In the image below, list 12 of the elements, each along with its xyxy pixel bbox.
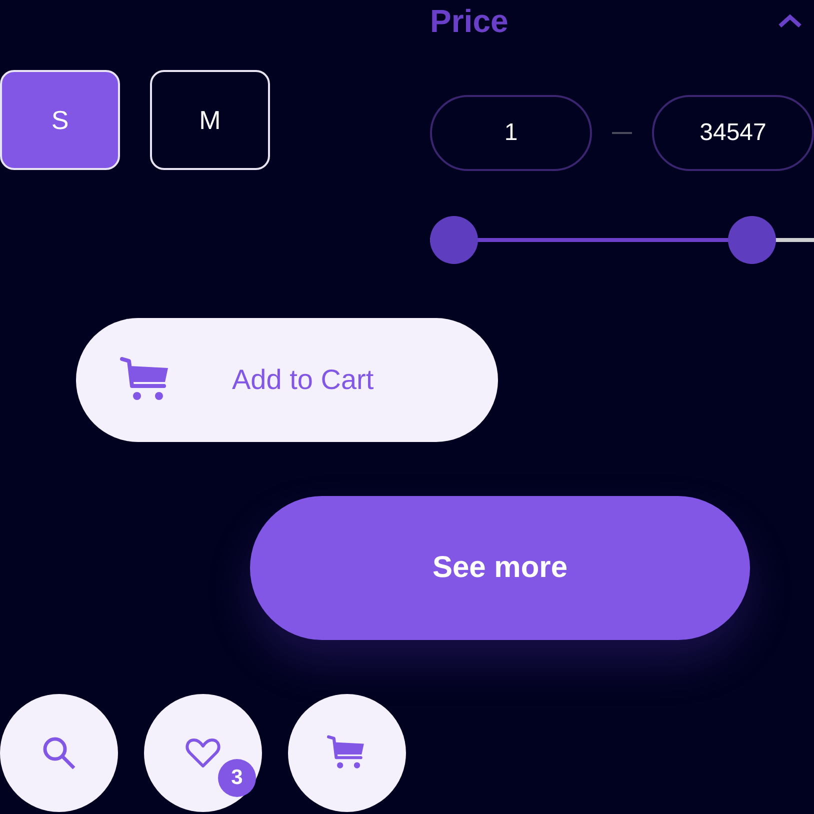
- chevron-up-icon[interactable]: [778, 14, 802, 28]
- see-more-button[interactable]: See more: [250, 496, 750, 640]
- slider-thumb[interactable]: [728, 216, 776, 264]
- add-to-cart-button[interactable]: Add to Cart: [76, 318, 498, 442]
- count-badge: 3: [218, 759, 256, 797]
- section-title: Price: [430, 2, 508, 40]
- heart-button[interactable]: 3: [144, 694, 262, 812]
- size-option[interactable]: M: [150, 70, 270, 170]
- size-option[interactable]: S: [0, 70, 120, 170]
- min-price-field[interactable]: 1: [430, 95, 592, 171]
- slider-thumb[interactable]: [430, 216, 478, 264]
- max-price-field[interactable]: 34547: [652, 95, 814, 171]
